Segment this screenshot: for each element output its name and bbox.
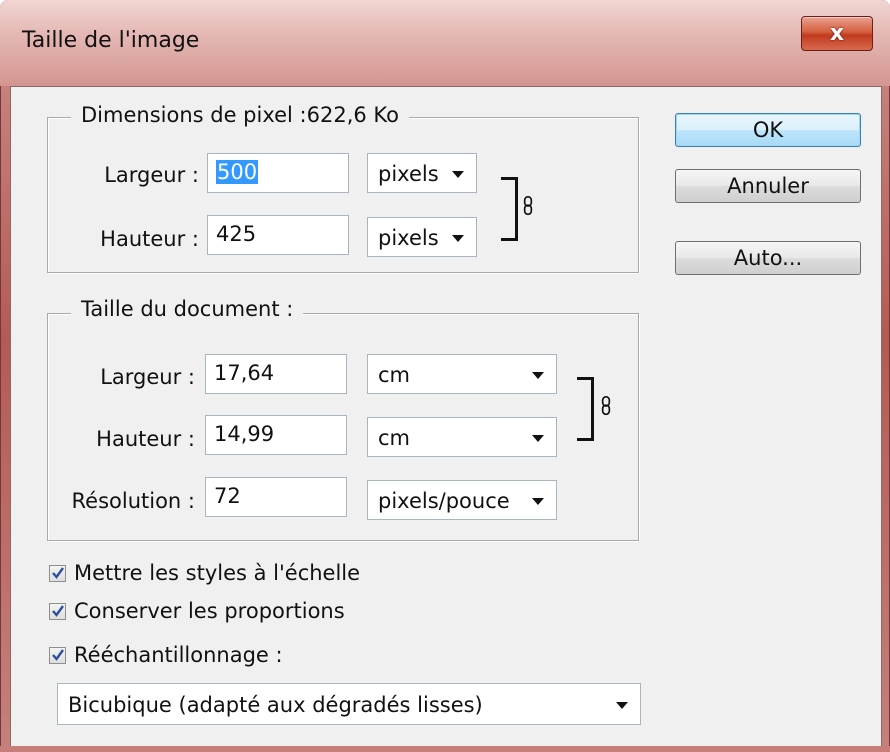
- ok-button[interactable]: OK: [675, 113, 861, 147]
- chevron-down-icon: [452, 171, 464, 178]
- pixel-width-input[interactable]: 500: [207, 153, 349, 193]
- doc-height-label: Hauteur :: [96, 427, 195, 451]
- pixel-height-value: 425: [216, 222, 257, 246]
- resolution-value: 72: [214, 484, 241, 508]
- constrain-proportions-label: Conserver les proportions: [74, 599, 345, 623]
- resample-method-select[interactable]: Bicubique (adapté aux dégradés lisses): [57, 683, 641, 725]
- pixel-height-label: Hauteur :: [100, 227, 199, 251]
- resample-method-value: Bicubique (adapté aux dégradés lisses): [68, 693, 483, 717]
- checkmark-icon: [52, 648, 64, 661]
- doc-link-bracket: [577, 377, 594, 441]
- chevron-down-icon: [452, 235, 464, 242]
- doc-height-unit-select[interactable]: cm: [367, 417, 557, 457]
- pixel-width-unit: pixels: [378, 162, 439, 186]
- doc-height-unit: cm: [378, 426, 411, 450]
- resolution-label: Résolution :: [71, 489, 195, 513]
- pixel-height-unit-select[interactable]: pixels: [367, 217, 477, 257]
- resample-label: Rééchantillonnage :: [74, 643, 283, 667]
- doc-height-value: 14,99: [214, 422, 275, 446]
- doc-height-input[interactable]: 14,99: [205, 415, 347, 455]
- document-size-legend: Taille du document :: [71, 297, 304, 321]
- chain-link-icon: [523, 196, 533, 216]
- resample-option[interactable]: Rééchantillonnage :: [49, 643, 283, 667]
- pixel-height-input[interactable]: 425: [207, 215, 349, 255]
- chevron-down-icon: [616, 702, 628, 709]
- pixel-dimensions-legend: Dimensions de pixel :622,6 Ko: [71, 103, 409, 127]
- doc-width-value: 17,64: [214, 361, 275, 385]
- auto-button[interactable]: Auto...: [675, 241, 861, 275]
- doc-width-label: Largeur :: [100, 365, 195, 389]
- chain-link-icon: [601, 396, 611, 416]
- chevron-down-icon: [532, 498, 544, 505]
- doc-width-input[interactable]: 17,64: [205, 354, 347, 394]
- checkmark-icon: [52, 604, 64, 617]
- dialog-body: Dimensions de pixel :622,6 Ko Largeur : …: [10, 86, 882, 748]
- constrain-proportions-checkbox[interactable]: [49, 602, 66, 620]
- scale-styles-label: Mettre les styles à l'échelle: [74, 561, 361, 585]
- resolution-unit-select[interactable]: pixels/pouce: [367, 480, 557, 520]
- doc-width-unit-select[interactable]: cm: [367, 354, 557, 394]
- pixel-width-label: Largeur :: [104, 163, 199, 187]
- scale-styles-option[interactable]: Mettre les styles à l'échelle: [49, 561, 360, 585]
- close-icon: x: [829, 20, 845, 46]
- dialog-window: Taille de l'image x Dimensions de pixel …: [0, 0, 890, 752]
- checkmark-icon: [52, 566, 64, 579]
- window-bottom-border: [0, 746, 890, 752]
- resolution-input[interactable]: 72: [205, 477, 347, 517]
- pixel-width-value: 500: [216, 160, 259, 184]
- close-button[interactable]: x: [801, 16, 873, 51]
- doc-width-unit: cm: [378, 363, 411, 387]
- scale-styles-checkbox[interactable]: [49, 564, 66, 582]
- chevron-down-icon: [532, 372, 544, 379]
- pixel-link-bracket: [501, 177, 518, 241]
- constrain-proportions-option[interactable]: Conserver les proportions: [49, 599, 345, 623]
- window-title: Taille de l'image: [22, 28, 200, 53]
- title-bar[interactable]: Taille de l'image x: [0, 0, 890, 86]
- pixel-width-unit-select[interactable]: pixels: [367, 153, 477, 193]
- cancel-button[interactable]: Annuler: [675, 169, 861, 203]
- resample-checkbox[interactable]: [49, 646, 66, 664]
- chevron-down-icon: [532, 435, 544, 442]
- pixel-height-unit: pixels: [378, 226, 439, 250]
- resolution-unit: pixels/pouce: [378, 489, 510, 513]
